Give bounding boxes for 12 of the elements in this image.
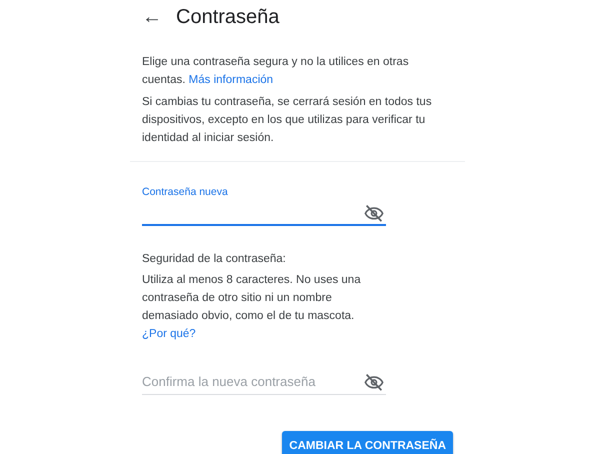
strength-text: Utiliza al menos 8 caracteres. No uses una contraseña de otro sitio ni un nombre demasiado obvio, como el de tu mascota.	[142, 273, 362, 324]
intro-text: Elige una contraseña segura y no la utilices en otras cuentas. Más información	[142, 55, 410, 88]
eye-off-icon[interactable]	[364, 204, 384, 222]
notice-text: Si cambias tu contraseña, se cerrará sesión en todos tus dispositivos, excepto en los que utilizas para verificar tu identidad al iniciar sesión.	[142, 95, 433, 146]
field-label: Contraseña nueva	[142, 186, 229, 200]
why-link[interactable]: ¿Por qué?	[142, 328, 196, 340]
change-password-button[interactable]: CAMBIAR LA CONTRASEÑA	[282, 431, 453, 454]
strength-title: Seguridad de la contraseña:	[142, 252, 287, 267]
page-title: Contraseña	[176, 5, 280, 30]
more-info-link[interactable]: Más información	[188, 74, 274, 86]
eye-off-icon[interactable]	[364, 373, 384, 391]
back-arrow-icon[interactable]: ←	[142, 0, 162, 34]
